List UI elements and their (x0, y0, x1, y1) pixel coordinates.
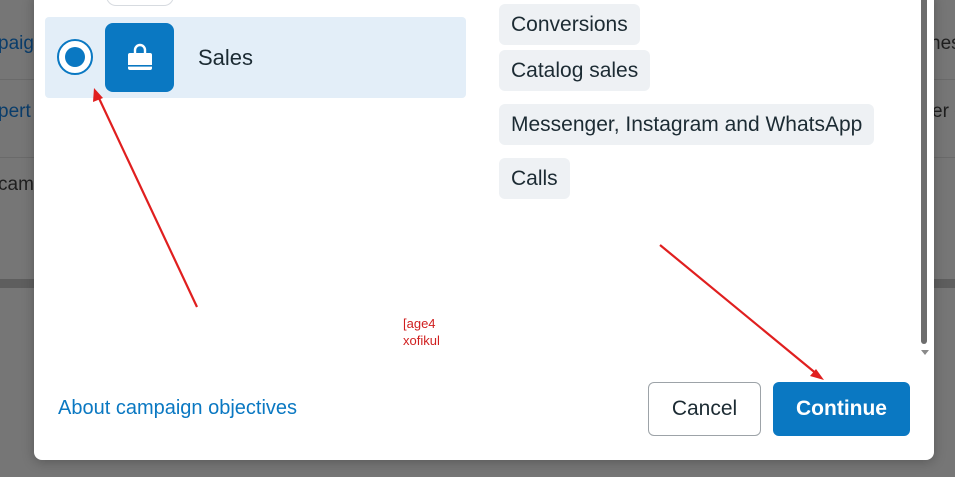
example-tag: Calls (499, 158, 570, 199)
sales-radio[interactable] (57, 39, 93, 75)
example-tag: Conversions (499, 4, 640, 45)
objective-label: Sales (198, 45, 254, 70)
annotation-note: [age4 xofikul (403, 315, 440, 349)
radio-selected-dot (65, 47, 85, 67)
background-text: paig (0, 33, 34, 54)
annotation-line: [age4 (403, 316, 436, 331)
annotation-line: xofikul (403, 333, 440, 348)
objective-option-sales[interactable]: Sales (45, 17, 466, 98)
background-text: pert (0, 101, 31, 122)
campaign-objective-dialog: Sales Conversions Catalog sales Messenge… (34, 0, 934, 460)
scroll-down-arrow-icon[interactable] (921, 350, 929, 355)
previous-objective-option[interactable] (106, 0, 174, 6)
cancel-button[interactable]: Cancel (648, 382, 761, 436)
dialog-scrollbar[interactable] (921, 0, 927, 344)
background-text: er c (932, 101, 955, 122)
continue-button[interactable]: Continue (773, 382, 910, 436)
shopping-bag-icon (105, 23, 174, 92)
background-text: cam (0, 174, 34, 195)
about-objectives-link[interactable]: About campaign objectives (58, 397, 297, 420)
example-tag: Messenger, Instagram and WhatsApp (499, 104, 875, 145)
example-tag: Catalog sales (499, 50, 651, 91)
